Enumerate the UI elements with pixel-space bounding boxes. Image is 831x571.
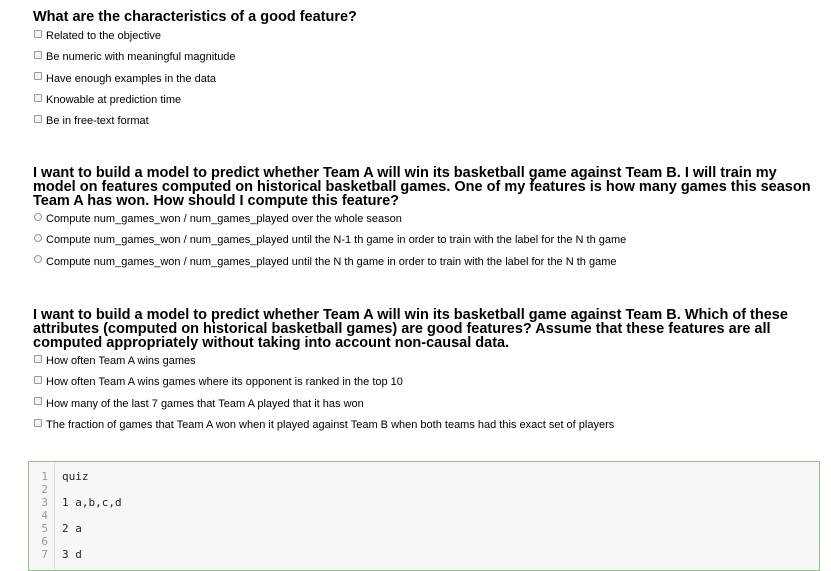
option-label: Knowable at prediction time [46, 94, 182, 107]
option-label: Compute num_games_won / num_games_played… [46, 255, 617, 268]
title-line: I want to build a model to predict wheth… [33, 307, 788, 323]
title-line: I want to build a model to predict wheth… [33, 165, 777, 181]
option-label: How many of the last 7 games that Team A… [46, 397, 364, 410]
code-line[interactable]: 3 d [62, 548, 82, 561]
code-editor[interactable]: 1 2 3 4 5 6 7 quiz 1 a,b,c,d 2 a 3 d [28, 461, 820, 571]
title-line: attributes (computed on historical baske… [33, 321, 771, 337]
checkbox[interactable] [34, 50, 42, 59]
line-number: 5 [41, 522, 48, 535]
title-line: model on features computed on historical… [33, 179, 811, 195]
option-label: Compute num_games_won / num_games_played… [46, 234, 627, 247]
checkbox[interactable] [34, 354, 42, 363]
line-number-gutter: 1 2 3 4 5 6 7 [29, 462, 55, 570]
option-1a[interactable]: Related to the objective [33, 26, 357, 47]
option-2a[interactable]: Compute num_games_won / num_games_played… [33, 209, 811, 230]
option-2c[interactable]: Compute num_games_won / num_games_played… [33, 252, 811, 273]
line-number: 4 [41, 509, 48, 522]
checkbox[interactable] [34, 72, 42, 81]
option-label: The fraction of games that Team A won wh… [46, 419, 615, 432]
option-label: Be numeric with meaningful magnitude [46, 51, 236, 64]
checkbox[interactable] [34, 375, 42, 384]
code-line[interactable]: 1 a,b,c,d [62, 496, 122, 509]
option-1d[interactable]: Knowable at prediction time [33, 90, 357, 111]
option-label: Be in free-text format [46, 115, 149, 128]
code-line[interactable]: 2 a [62, 522, 82, 535]
option-1c[interactable]: Have enough examples in the data [33, 69, 357, 90]
option-3c[interactable]: How many of the last 7 games that Team A… [33, 394, 788, 415]
title-line: computed appropriately without taking in… [33, 335, 510, 351]
option-2b[interactable]: Compute num_games_won / num_games_played… [33, 230, 811, 251]
option-3a[interactable]: How often Team A wins games [33, 351, 788, 372]
option-1b[interactable]: Be numeric with meaningful magnitude [33, 47, 357, 68]
title-line: Team A has won. How should I compute thi… [33, 193, 400, 209]
code-line[interactable]: quiz [62, 470, 89, 483]
radio-button[interactable] [34, 233, 42, 242]
line-number: 7 [41, 548, 48, 561]
line-number: 2 [41, 483, 48, 496]
question-1: What are the characteristics of a good f… [33, 10, 357, 132]
question-3: I want to build a model to predict wheth… [33, 308, 788, 436]
line-number: 6 [41, 535, 48, 548]
line-number: 3 [41, 496, 48, 509]
question-1-title: What are the characteristics of a good f… [33, 9, 357, 25]
option-label: Related to the objective [46, 30, 161, 43]
checkbox[interactable] [34, 29, 42, 38]
option-3b[interactable]: How often Team A wins games where its op… [33, 372, 788, 393]
checkbox[interactable] [34, 418, 42, 427]
radio-button[interactable] [34, 255, 42, 264]
option-label: Have enough examples in the data [46, 72, 217, 85]
checkbox[interactable] [34, 114, 42, 123]
radio-button[interactable] [34, 212, 42, 221]
option-3d[interactable]: The fraction of games that Team A won wh… [33, 415, 788, 436]
question-2: I want to build a model to predict wheth… [33, 166, 811, 273]
checkbox[interactable] [34, 93, 42, 102]
question-3-title: I want to build a model to predict wheth… [33, 307, 788, 351]
checkbox[interactable] [34, 397, 42, 406]
option-label: How often Team A wins games [46, 355, 196, 368]
option-1e[interactable]: Be in free-text format [33, 111, 357, 132]
line-number: 1 [41, 470, 48, 483]
option-label: Compute num_games_won / num_games_played… [46, 213, 402, 226]
question-2-title: I want to build a model to predict wheth… [33, 165, 811, 209]
option-label: How often Team A wins games where its op… [46, 376, 403, 389]
